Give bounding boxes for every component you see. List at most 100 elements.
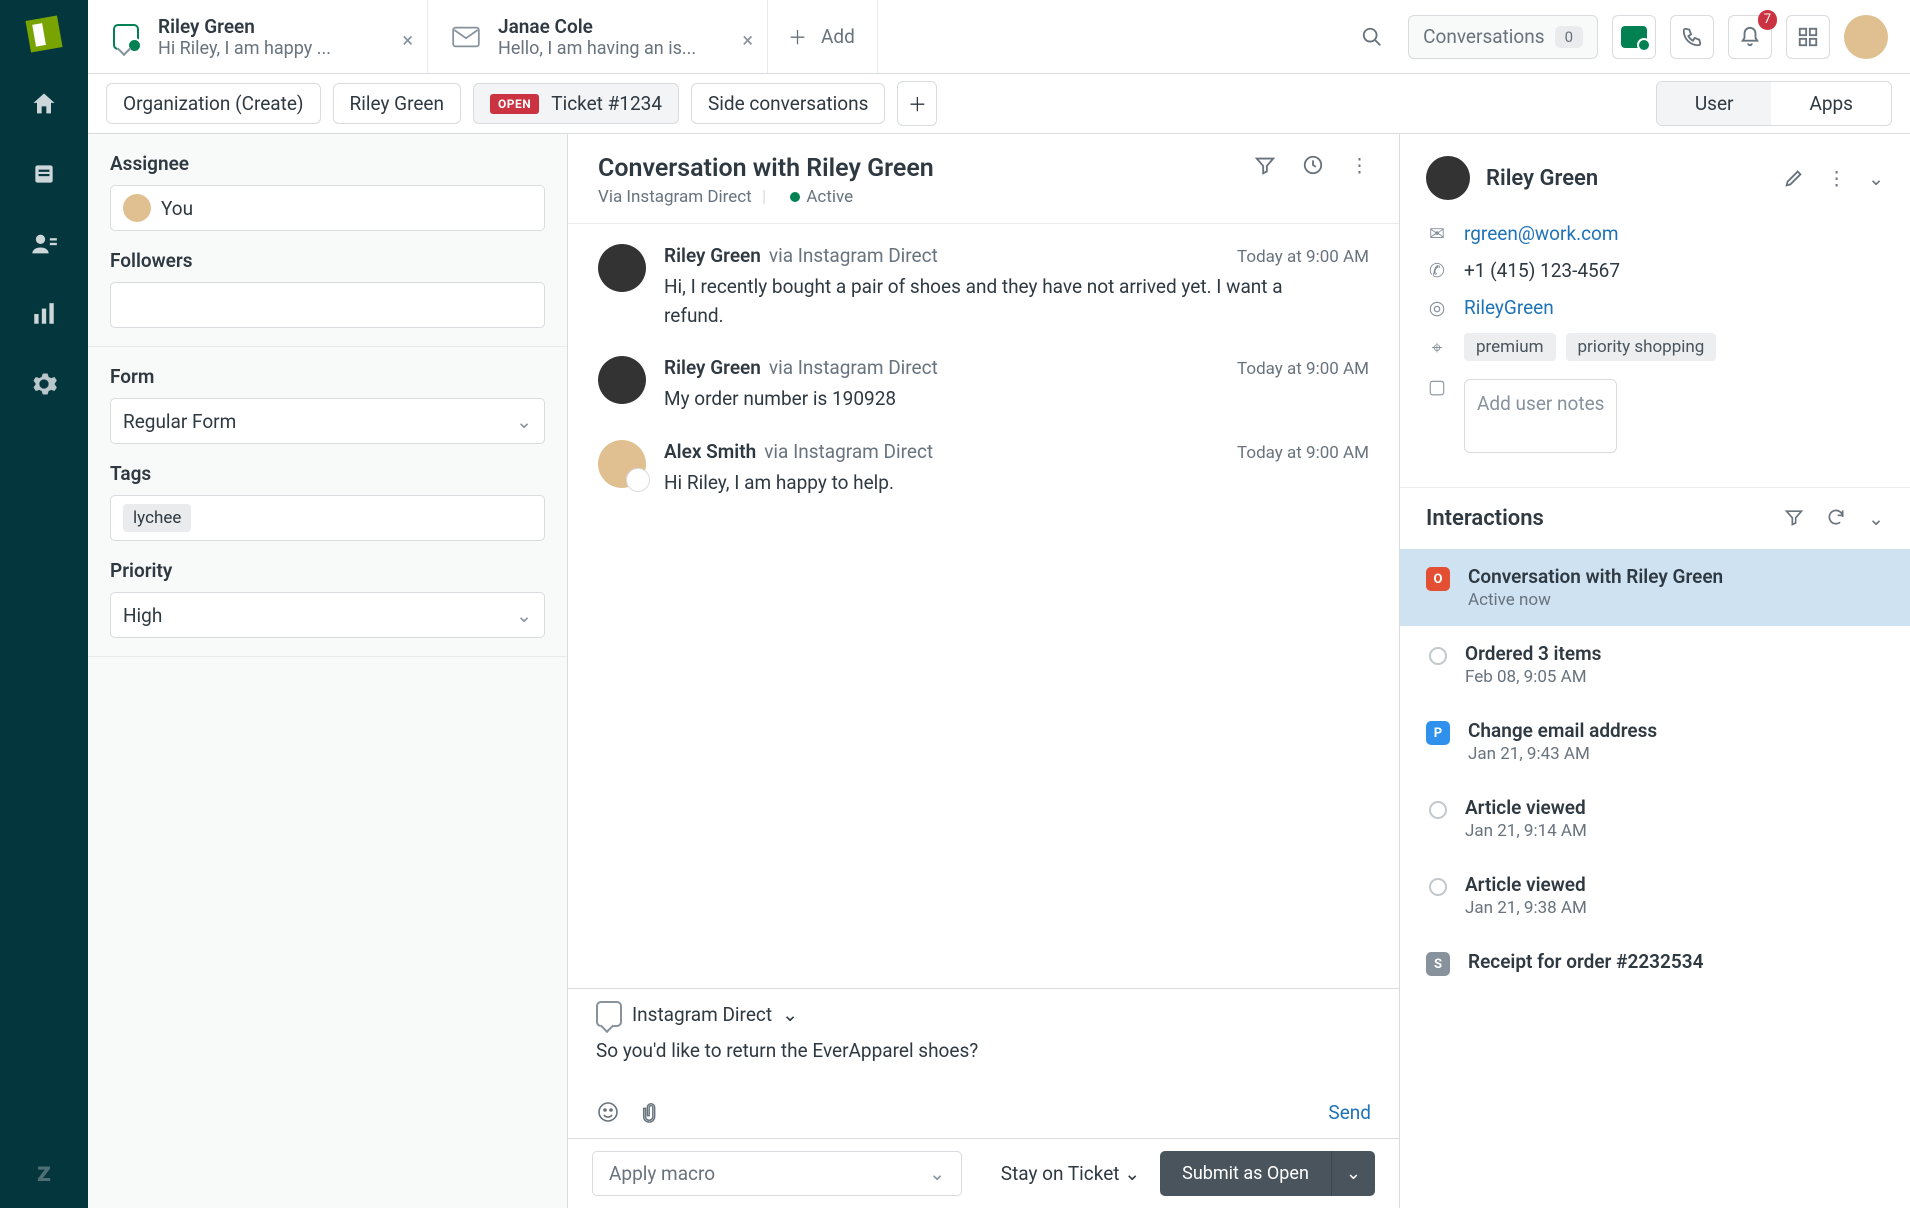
apps-icon[interactable] — [1786, 15, 1830, 59]
home-icon[interactable] — [28, 88, 60, 120]
search-icon[interactable] — [1350, 15, 1394, 59]
zendesk-logo-icon: z — [37, 1155, 51, 1188]
workspace-tab-1[interactable]: Riley Green Hi Riley, I am happy ... × — [88, 0, 428, 73]
user-notes-field[interactable]: Add user notes — [1464, 379, 1617, 453]
user-tag[interactable]: premium — [1464, 333, 1556, 361]
customers-icon[interactable] — [28, 228, 60, 260]
tab-user[interactable]: User — [1657, 82, 1772, 125]
attachment-icon[interactable] — [640, 1100, 662, 1124]
note-icon: ▢ — [1426, 375, 1448, 398]
plus-icon: ＋ — [788, 23, 807, 50]
form-select[interactable]: Regular Form ⌄ — [110, 398, 545, 444]
chevron-down-icon[interactable]: ⌄ — [1868, 507, 1884, 530]
profile-avatar[interactable] — [1844, 15, 1888, 59]
interaction-type-icon: P — [1426, 721, 1450, 745]
interaction-title: Receipt for order #2232534 — [1468, 950, 1703, 973]
composer: Instagram Direct ⌄ So you'd like to retu… — [568, 988, 1399, 1138]
assignee-value: You — [161, 197, 193, 220]
chevron-down-icon[interactable]: ⌄ — [1868, 167, 1884, 190]
tab-title: Riley Green — [158, 15, 331, 38]
user-avatar — [1426, 156, 1470, 200]
interaction-title: Conversation with Riley Green — [1468, 565, 1723, 588]
side-conversations-button[interactable]: Side conversations — [691, 83, 885, 124]
notification-count: 7 — [1758, 10, 1777, 30]
interaction-subtitle: Jan 21, 9:14 AM — [1465, 821, 1587, 841]
send-button[interactable]: Send — [1328, 1101, 1371, 1124]
close-icon[interactable]: × — [402, 28, 413, 52]
emoji-icon[interactable] — [596, 1100, 620, 1124]
followers-field[interactable] — [110, 282, 545, 328]
interaction-title: Article viewed — [1465, 796, 1587, 819]
chevron-down-icon: ⌄ — [782, 1003, 798, 1026]
user-phone: +1 (415) 123-4567 — [1464, 259, 1620, 282]
interaction-item[interactable]: P Change email address Jan 21, 9:43 AM — [1400, 703, 1910, 780]
workspace-tab-2[interactable]: Janae Cole Hello, I am having an is... × — [428, 0, 768, 73]
add-side-conversation-button[interactable]: ＋ — [897, 81, 937, 126]
user-name: Riley Green — [1486, 166, 1598, 191]
overflow-icon[interactable]: ⋮ — [1350, 154, 1369, 177]
form-value: Regular Form — [123, 410, 236, 433]
add-tab-label: Add — [821, 25, 855, 48]
tab-title: Janae Cole — [498, 15, 696, 38]
user-instagram[interactable]: RileyGreen — [1464, 296, 1554, 319]
tags-label: Tags — [110, 462, 545, 485]
status-dot-icon — [790, 192, 800, 202]
refresh-icon[interactable] — [1826, 507, 1846, 530]
instagram-icon: ◎ — [1426, 296, 1448, 319]
interaction-item[interactable]: Ordered 3 items Feb 08, 9:05 AM — [1400, 626, 1910, 703]
crumb-org[interactable]: Organization (Create) — [106, 83, 321, 124]
add-tab-button[interactable]: ＋ Add — [768, 0, 878, 73]
filter-icon[interactable] — [1254, 154, 1276, 177]
message: Riley Green via Instagram Direct Today a… — [598, 356, 1369, 414]
phone-icon[interactable] — [1670, 15, 1714, 59]
settings-icon[interactable] — [28, 368, 60, 400]
interaction-item[interactable]: Article viewed Jan 21, 9:14 AM — [1400, 780, 1910, 857]
stay-on-ticket-toggle[interactable]: Stay on Ticket ⌄ — [1001, 1162, 1140, 1185]
apply-macro-select[interactable]: Apply macro ⌄ — [592, 1151, 962, 1196]
priority-select[interactable]: High ⌄ — [110, 592, 545, 638]
user-email[interactable]: rgreen@work.com — [1464, 222, 1619, 245]
interaction-subtitle: Feb 08, 9:05 AM — [1465, 667, 1601, 687]
chat-status-icon[interactable] — [1612, 15, 1656, 59]
crumb-ticket[interactable]: OPEN Ticket #1234 — [473, 83, 679, 124]
composer-text[interactable]: So you'd like to return the EverApparel … — [568, 1039, 1399, 1090]
user-tags: premium priority shopping — [1464, 333, 1716, 361]
crumb-user[interactable]: Riley Green — [333, 83, 461, 124]
interaction-title: Change email address — [1468, 719, 1657, 742]
message-body: Hi, I recently bought a pair of shoes an… — [664, 273, 1344, 330]
tab-apps[interactable]: Apps — [1771, 82, 1891, 125]
user-panel: Riley Green ⋮ ⌄ ✉rgreen@work.com ✆+1 (41… — [1400, 134, 1910, 1208]
composer-channel-select[interactable]: Instagram Direct ⌄ — [568, 989, 1399, 1039]
reports-icon[interactable] — [28, 298, 60, 330]
submit-button[interactable]: Submit as Open — [1160, 1151, 1331, 1196]
notifications-icon[interactable]: 7 — [1728, 15, 1772, 59]
interaction-item[interactable]: S Receipt for order #2232534 — [1400, 934, 1910, 992]
interaction-type-icon: S — [1426, 952, 1450, 976]
assignee-field[interactable]: You — [110, 185, 545, 231]
close-icon[interactable]: × — [742, 28, 753, 52]
message-avatar — [598, 356, 646, 404]
submit-dropdown[interactable]: ⌄ — [1331, 1151, 1375, 1196]
conversation-title: Conversation with Riley Green — [598, 154, 934, 183]
open-badge: OPEN — [490, 94, 539, 114]
chevron-down-icon: ⌄ — [929, 1162, 945, 1185]
overflow-icon[interactable]: ⋮ — [1827, 167, 1846, 190]
tags-field[interactable]: lychee — [110, 495, 545, 541]
tab-preview: Hello, I am having an is... — [498, 38, 696, 59]
message-body: My order number is 190928 — [664, 385, 1344, 414]
message-time: Today at 9:00 AM — [1237, 359, 1369, 379]
priority-label: Priority — [110, 559, 545, 582]
assignee-label: Assignee — [110, 152, 545, 175]
chat-icon — [108, 19, 144, 55]
chat-icon — [596, 1001, 622, 1027]
conversations-button[interactable]: Conversations 0 — [1408, 15, 1598, 59]
form-label: Form — [110, 365, 545, 388]
views-icon[interactable] — [28, 158, 60, 190]
history-icon[interactable] — [1302, 154, 1324, 177]
edit-icon[interactable] — [1783, 167, 1805, 190]
interaction-item[interactable]: Article viewed Jan 21, 9:38 AM — [1400, 857, 1910, 934]
user-tag[interactable]: priority shopping — [1566, 333, 1717, 361]
tag-chip[interactable]: lychee — [123, 504, 191, 532]
interaction-item[interactable]: O Conversation with Riley Green Active n… — [1400, 549, 1910, 626]
filter-icon[interactable] — [1784, 507, 1804, 530]
